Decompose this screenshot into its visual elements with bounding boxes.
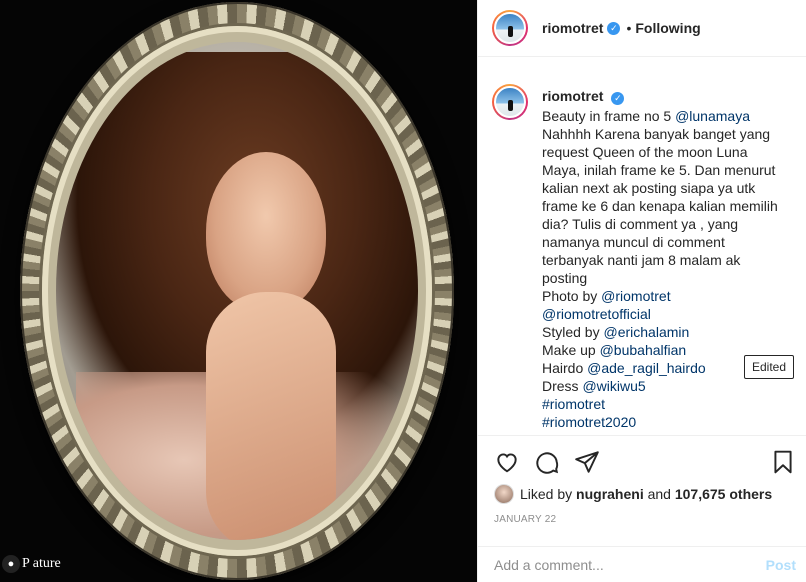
edited-tooltip: Edited [744,355,795,379]
liker-avatar[interactable] [494,484,514,504]
mention-link[interactable]: @riomotret [601,288,670,304]
mention-link[interactable]: @bubahalfian [600,342,687,358]
user-tag-icon[interactable]: ● [2,555,20,573]
separator-dot: • [626,20,632,36]
caption-username[interactable]: riomotret [542,87,603,105]
caption-line: #riomotret [542,395,782,413]
mention-link[interactable]: @erichalamin [603,324,689,340]
comment-icon[interactable] [534,449,560,475]
comment-form: Post [478,546,806,582]
liker-username[interactable]: nugraheni [576,486,644,502]
caption-line: Photo by @riomotret [542,288,671,304]
avatar[interactable] [492,10,528,46]
caption-line: Dress @wikiwu5 [542,378,646,394]
header-username[interactable]: riomotret [542,20,603,36]
oval-picture-frame [20,2,454,580]
mention-link[interactable]: @wikiwu5 [582,378,645,394]
mention-link[interactable]: @ade_ragil_hairdo [587,360,706,376]
caption-avatar[interactable] [492,84,528,120]
following-button[interactable]: Following [635,20,700,36]
caption-body: Nahhhh Karena banyak banget yang request… [542,126,778,286]
caption-line: Styled by @erichalamin [542,324,690,340]
portrait-photo [56,42,418,540]
verified-icon: ✓ [607,21,621,35]
bookmark-icon[interactable] [770,449,796,475]
post-button[interactable]: Post [766,557,796,573]
caption-area: riomotret ✓ Beauty in frame no 5 @lunama… [478,72,806,434]
post-header: riomotret ✓ • Following [478,0,806,57]
share-icon[interactable] [574,449,600,475]
action-bar [478,435,806,485]
mention-link[interactable]: @riomotretofficial [542,306,651,322]
caption-text: riomotret ✓ Beauty in frame no 5 @lunama… [542,87,782,431]
likes-summary: Liked by nugraheni and 107,675 others [494,484,772,504]
post-date[interactable]: JANUARY 22 [494,514,556,525]
hashtag-link[interactable]: #riomotret [542,396,605,412]
caption-line: Beauty in frame no 5 @lunamaya [542,108,750,124]
caption-line: @riomotretofficial [542,305,782,323]
post-image[interactable]: ● P ature [0,0,477,582]
comment-input[interactable] [494,556,766,573]
verified-icon: ✓ [611,91,625,105]
hashtag-link[interactable]: #riomotret2020 [542,414,636,430]
mention-link[interactable]: @lunamaya [675,108,750,124]
post-sidebar: riomotret ✓ • Following riomotret ✓ Beau… [477,0,806,582]
photographer-watermark: ● P ature [2,555,61,573]
likes-count[interactable]: 107,675 others [675,486,772,502]
heart-icon[interactable] [494,449,520,475]
caption-line: #riomotret2020 [542,413,782,431]
